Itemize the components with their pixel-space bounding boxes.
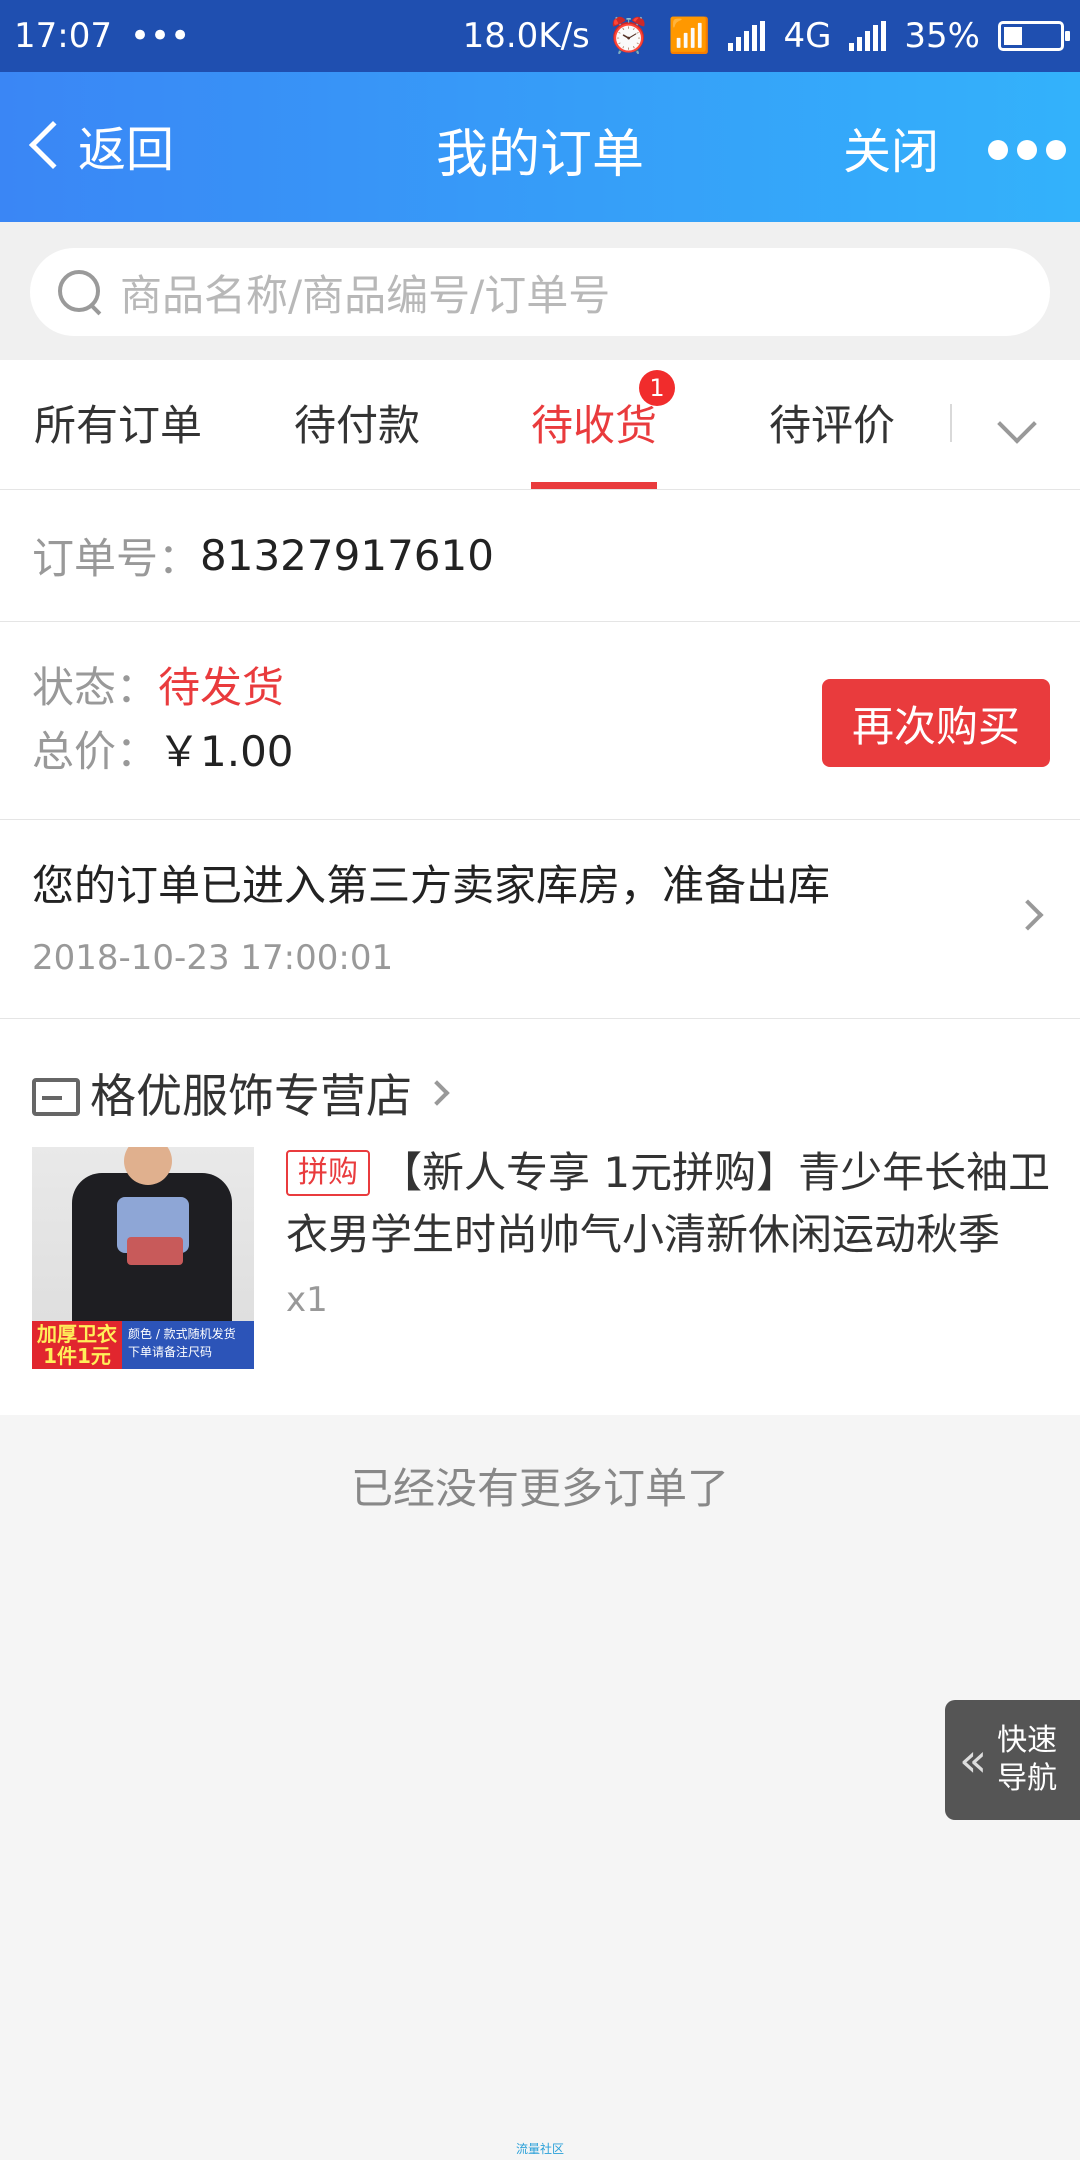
status-right: 18.0K/s ⏰ 📶 4G 35% [462, 16, 1070, 56]
status-label: 状态： [32, 663, 159, 712]
status-value: 待发货 [158, 663, 285, 712]
app-header: 返回 我的订单 关闭 [0, 72, 1080, 222]
network-type: 4G [783, 16, 832, 56]
tracking-row[interactable]: 您的订单已进入第三方卖家库房，准备出库 2018-10-23 17:00:01 [0, 820, 1080, 1019]
wifi-icon: 📶 [668, 16, 711, 56]
product-image[interactable]: 加厚卫衣 1件1元 颜色 / 款式随机发货 下单请备注尺码 [32, 1147, 254, 1369]
close-button[interactable]: 关闭 [843, 112, 939, 182]
shop-link[interactable]: 格优服饰专营店 [32, 1060, 450, 1126]
product-quantity: x1 [286, 1280, 328, 1320]
image-text-one-yuan: 1件1元 [43, 1344, 111, 1368]
status-more-dots: ••• [129, 16, 191, 56]
order-card: 订单号： 81327917610 状态： 待发货 总价： ￥1.00 再次购买 … [0, 490, 1080, 1415]
product-image-banner: 加厚卫衣 1件1元 颜色 / 款式随机发货 下单请备注尺码 [32, 1321, 254, 1369]
status-time: 17:07 [14, 16, 112, 56]
status-bar: 17:07 ••• 18.0K/s ⏰ 📶 4G 35% [0, 0, 1080, 72]
battery-percent: 35% [904, 16, 980, 56]
total-line: 总价： ￥1.00 [32, 718, 294, 779]
active-tab-indicator [531, 482, 657, 489]
product-title[interactable]: 【新人专享 1元拼购】青少年长袖卫衣男学生时尚帅气小清新休闲运动秋季圆... [286, 1142, 1056, 1266]
tab-divider [950, 404, 952, 442]
status-line: 状态： 待发货 [32, 654, 284, 715]
alarm-icon: ⏰ [607, 16, 651, 56]
order-status-row: 状态： 待发货 总价： ￥1.00 再次购买 [0, 622, 1080, 820]
tab-badge: 1 [639, 370, 675, 406]
search-input[interactable]: 商品名称/商品编号/订单号 [30, 248, 1050, 336]
network-speed: 18.0K/s [462, 16, 590, 56]
chevron-right-icon [424, 1080, 450, 1106]
total-value: ￥1.00 [158, 727, 294, 776]
quick-nav-button[interactable]: « 快速 导航 [945, 1700, 1080, 1820]
tab-pending-review[interactable]: 待评价 [769, 392, 895, 453]
status-left: 17:07 ••• [14, 16, 190, 56]
group-buy-tag: 拼购 [286, 1150, 370, 1196]
order-tabs: 所有订单 待付款 待收货 1 待评价 [0, 360, 1080, 490]
tab-pending-receipt[interactable]: 待收货 [531, 392, 657, 453]
shop-name: 格优服饰专营店 [90, 1069, 412, 1123]
search-placeholder: 商品名称/商品编号/订单号 [120, 270, 611, 320]
chevron-right-icon [1012, 899, 1044, 931]
tab-all-orders[interactable]: 所有订单 [34, 392, 202, 453]
order-number: 81327917610 [200, 531, 494, 580]
watermark: 流量社区 [515, 2142, 564, 2156]
signal-icon-2 [849, 21, 887, 51]
quick-nav-line2: 导航 [997, 1761, 1058, 1796]
rebuy-button[interactable]: 再次购买 [822, 679, 1050, 767]
tab-pending-payment[interactable]: 待付款 [294, 392, 420, 453]
battery-icon [998, 21, 1070, 51]
image-text-size-note: 下单请备注尺码 [128, 1345, 213, 1359]
search-icon [56, 268, 104, 316]
quick-nav-line1: 快速 [997, 1723, 1058, 1758]
order-number-row: 订单号： 81327917610 [0, 490, 1080, 622]
image-text-thick-hoodie: 加厚卫衣 [37, 1322, 117, 1346]
more-menu-icon[interactable] [988, 140, 1066, 160]
quick-nav-label: 快速 导航 [997, 1722, 1057, 1798]
search-area: 商品名称/商品编号/订单号 [0, 222, 1080, 360]
shop-icon [32, 1074, 80, 1116]
order-number-label: 订单号： [32, 534, 201, 583]
signal-icon [728, 21, 766, 51]
tracking-text: 您的订单已进入第三方卖家库房，准备出库 [32, 861, 831, 910]
total-label: 总价： [32, 727, 159, 776]
tracking-time: 2018-10-23 17:00:01 [32, 938, 394, 978]
no-more-orders-text: 已经没有更多订单了 [350, 1464, 729, 1513]
image-text-random: 颜色 / 款式随机发货 [128, 1327, 236, 1341]
double-chevron-left-icon: « [959, 1733, 988, 1787]
